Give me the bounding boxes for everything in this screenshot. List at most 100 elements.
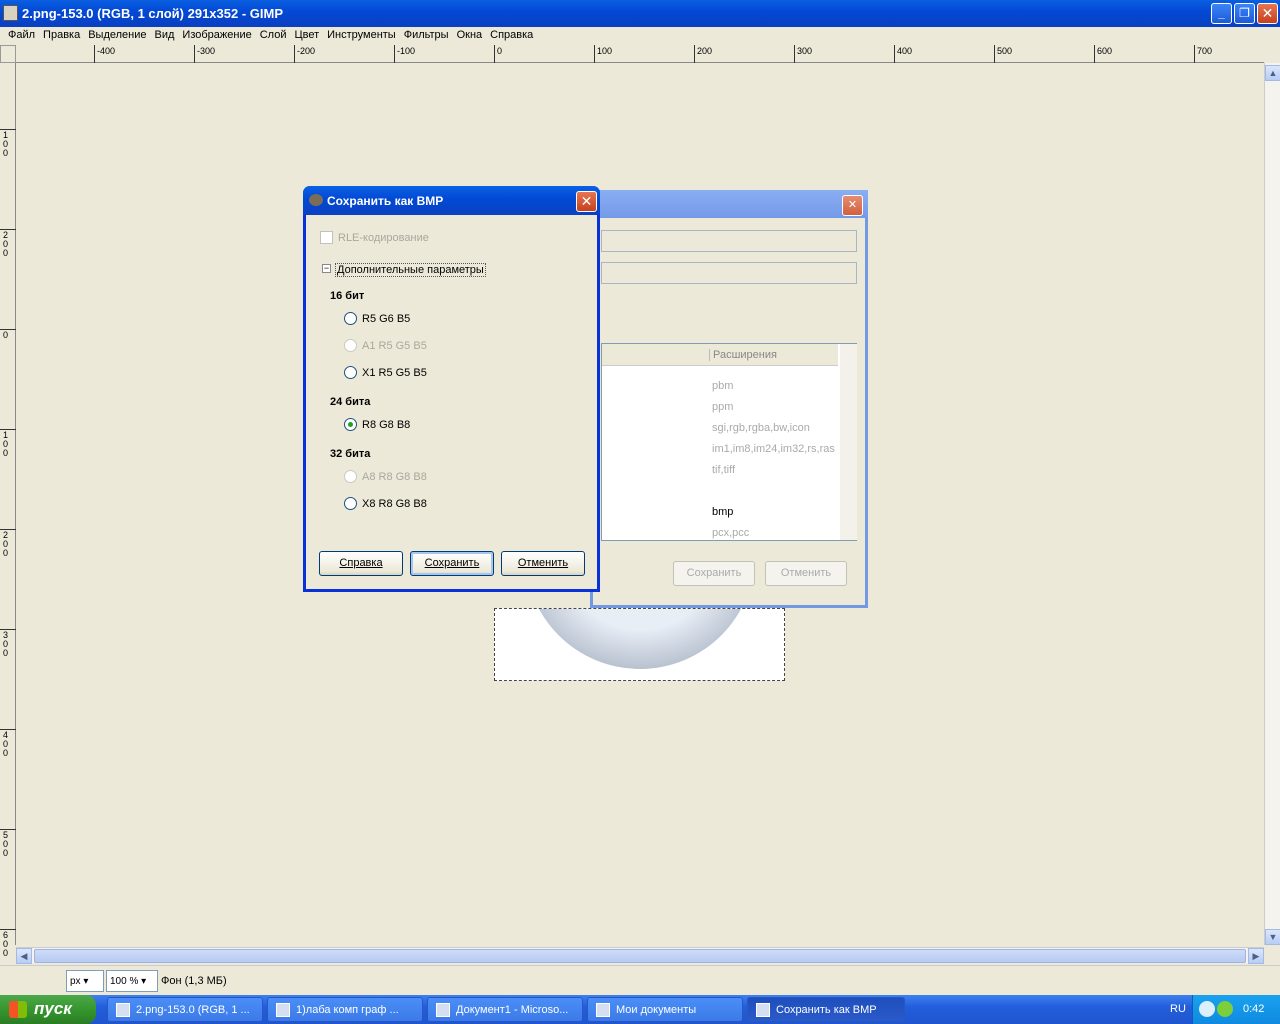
radio-a1r5g5b5-label: A1 R5 G5 B5	[362, 340, 427, 352]
ruler-tick: 500	[994, 45, 1012, 63]
ruler-tick: 300	[794, 45, 812, 63]
bg-save-button[interactable]: Сохранить	[673, 561, 755, 586]
start-button[interactable]: пуск	[0, 995, 96, 1024]
task-gimp-image[interactable]: 2.png-153.0 (RGB, 1 ...	[107, 997, 263, 1022]
quick-mask-corner-button[interactable]	[0, 45, 16, 63]
menu-filters[interactable]: Фильтры	[400, 27, 453, 45]
ruler-tick: -100	[394, 45, 415, 63]
advanced-options-expander[interactable]: Дополнительные параметры	[335, 263, 486, 277]
gimp-wilber-icon	[309, 194, 323, 206]
menu-colors[interactable]: Цвет	[290, 27, 323, 45]
scroll-down-icon[interactable]: ▼	[1265, 929, 1280, 945]
save-button[interactable]: Сохранить	[410, 551, 494, 576]
save-button-label: Сохранить	[424, 557, 480, 569]
radio-x8r8g8b8[interactable]	[344, 497, 357, 510]
taskbar: пуск 2.png-153.0 (RGB, 1 ... 1)лаба комп…	[0, 995, 1280, 1024]
list-item[interactable]: im1,im8,im24,im32,rs,ras	[712, 443, 835, 455]
ruler-tick: -300	[194, 45, 215, 63]
bg-cancel-button[interactable]: Отменить	[765, 561, 847, 586]
menu-view[interactable]: Вид	[151, 27, 179, 45]
minimize-button[interactable]: _	[1211, 3, 1232, 24]
task-save-bmp[interactable]: Сохранить как BMP	[747, 997, 905, 1022]
list-item[interactable]: pbm	[712, 380, 733, 392]
task-word-doc1[interactable]: Документ1 - Microso...	[427, 997, 583, 1022]
list-item[interactable]: sgi,rgb,rgba,bw,icon	[712, 422, 810, 434]
tray-app-icon[interactable]	[1217, 1001, 1233, 1017]
expander-icon[interactable]: −	[322, 264, 331, 273]
word-task-icon	[276, 1003, 290, 1017]
scroll-right-icon[interactable]: ▶	[1248, 948, 1264, 964]
help-button[interactable]: Справка	[319, 551, 403, 576]
dialog-title: Сохранить как BMP	[327, 194, 444, 208]
list-item[interactable]: pcx,pcc	[712, 527, 749, 539]
cancel-button[interactable]: Отменить	[501, 551, 585, 576]
ruler-tick: 0	[494, 45, 502, 63]
ruler-tick: 400	[0, 729, 16, 758]
section-32-bit: 32 бита	[330, 448, 371, 460]
ruler-tick: 300	[0, 629, 16, 658]
radio-r8g8b8-label: R8 G8 B8	[362, 419, 411, 431]
ruler-tick: 0	[0, 329, 16, 340]
scrollbar-thumb[interactable]	[34, 949, 1246, 963]
menu-tools[interactable]: Инструменты	[323, 27, 400, 45]
menu-select[interactable]: Выделение	[84, 27, 150, 45]
menu-layer[interactable]: Слой	[256, 27, 291, 45]
folder-task-icon	[596, 1003, 610, 1017]
list-item-selected[interactable]: bmp	[712, 506, 733, 518]
gimp-task-icon	[116, 1003, 130, 1017]
radio-a1r5g5b5[interactable]	[344, 339, 357, 352]
rle-checkbox[interactable]	[320, 231, 333, 244]
ruler-tick: 500	[0, 829, 16, 858]
rle-label: RLE-кодирование	[338, 232, 429, 244]
filename-field[interactable]	[601, 230, 857, 252]
ruler-tick: 200	[0, 229, 16, 258]
scroll-left-icon[interactable]: ◀	[16, 948, 32, 964]
list-item[interactable]: ppm	[712, 401, 733, 413]
save-image-close-button[interactable]: ✕	[842, 195, 863, 216]
file-type-list[interactable]: Расширения pbm ppm sgi,rgb,rgba,bw,icon …	[601, 343, 857, 541]
section-16-bit: 16 бит	[330, 290, 365, 302]
menu-help[interactable]: Справка	[486, 27, 537, 45]
language-indicator[interactable]: RU	[1170, 1003, 1186, 1015]
image-layer[interactable]	[494, 608, 785, 681]
task-word-lab[interactable]: 1)лаба комп граф ...	[267, 997, 423, 1022]
menu-windows[interactable]: Окна	[453, 27, 487, 45]
folder-select[interactable]	[601, 262, 857, 284]
ruler-tick: 100	[0, 429, 16, 458]
maximize-button[interactable]: ❐	[1234, 3, 1255, 24]
ruler-tick: 200	[694, 45, 712, 63]
ruler-tick: -400	[94, 45, 115, 63]
menu-edit[interactable]: Правка	[39, 27, 84, 45]
dialog-titlebar: Сохранить как BMP	[303, 186, 600, 215]
section-24-bit: 24 бита	[330, 396, 371, 408]
ruler-tick: -200	[294, 45, 315, 63]
ruler-tick: 100	[0, 129, 16, 158]
zoom-select[interactable]: 100 % ▾	[106, 970, 158, 992]
gimp-task-icon	[756, 1003, 770, 1017]
menu-file[interactable]: Файл	[4, 27, 39, 45]
radio-a8r8g8b8[interactable]	[344, 470, 357, 483]
menu-image[interactable]: Изображение	[178, 27, 255, 45]
ruler-tick: 200	[0, 529, 16, 558]
task-my-documents[interactable]: Мои документы	[587, 997, 743, 1022]
radio-r8g8b8[interactable]	[344, 418, 357, 431]
window-title: 2.png-153.0 (RGB, 1 слой) 291x352 - GIMP	[22, 6, 283, 21]
scroll-up-icon[interactable]: ▲	[1265, 65, 1280, 81]
status-bar: px ▾ 100 % ▾ Фон (1,3 МБ)	[0, 965, 1280, 995]
save-image-dialog: ✕ Расширения pbm ppm sgi,rgb,rgba,bw,ico…	[590, 190, 868, 608]
radio-x1r5g5b5[interactable]	[344, 366, 357, 379]
close-button[interactable]: ✕	[1257, 3, 1278, 24]
ruler-tick: 100	[594, 45, 612, 63]
save-as-bmp-dialog: Сохранить как BMP ✕ RLE-кодирование − До…	[303, 186, 600, 592]
radio-r5g6b5[interactable]	[344, 312, 357, 325]
tray-expand-icon[interactable]	[1199, 1001, 1215, 1017]
unit-select[interactable]: px ▾	[66, 970, 104, 992]
list-scrollbar[interactable]	[840, 344, 857, 540]
vertical-scrollbar[interactable]: ▲ ▼	[1264, 63, 1280, 945]
clock: 0:42	[1243, 1003, 1265, 1015]
horizontal-scrollbar[interactable]: ◀ ▶	[16, 947, 1264, 964]
list-item[interactable]: tif,tiff	[712, 464, 735, 476]
system-tray: 0:42	[1192, 995, 1280, 1024]
dialog-close-button[interactable]: ✕	[576, 191, 597, 212]
list-header: Расширения	[602, 344, 838, 366]
